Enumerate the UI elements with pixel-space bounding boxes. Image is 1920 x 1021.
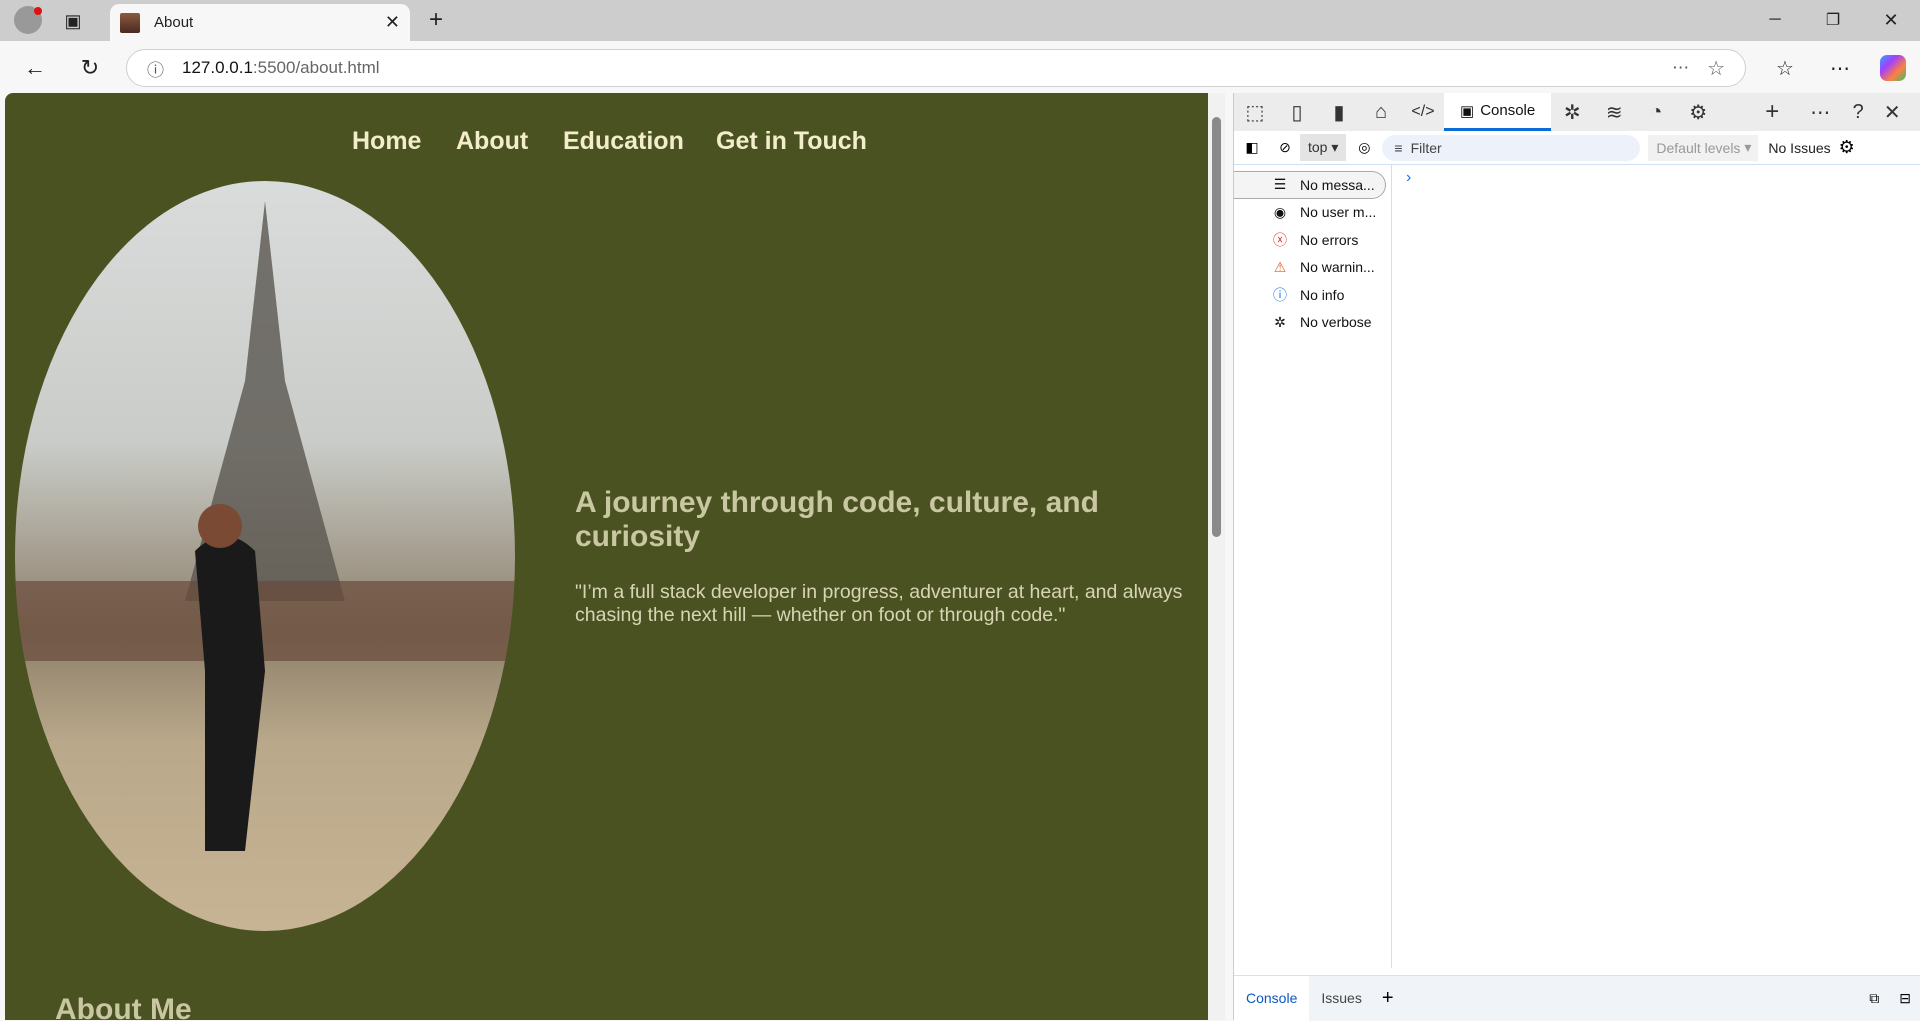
warning-icon: ⚠: [1273, 258, 1287, 275]
network-wifi-icon[interactable]: ≋: [1593, 100, 1635, 125]
dock-icon[interactable]: ▮: [1318, 100, 1360, 125]
minimize-icon[interactable]: ─: [1760, 8, 1790, 32]
add-tool-icon[interactable]: +: [1751, 98, 1793, 126]
sidebar-warnings[interactable]: ⚠ No warnin...: [1234, 254, 1391, 282]
console-sidebar: ☰ No messa... ◉ No user m... ⓧ No errors ⚠ N…: [1234, 165, 1392, 968]
nav-home[interactable]: Home: [352, 127, 421, 156]
filter-placeholder: Filter: [1410, 139, 1442, 156]
read-aloud-icon[interactable]: ⋯: [1672, 58, 1689, 78]
error-icon: ⓧ: [1273, 231, 1287, 248]
url-path: :5500/about.html: [252, 58, 380, 77]
device-emulation-icon[interactable]: ▯: [1276, 100, 1318, 125]
list-icon: ☰: [1273, 176, 1287, 193]
more-menu-icon[interactable]: ⋯: [1825, 54, 1855, 82]
nav-education[interactable]: Education: [563, 127, 684, 156]
webpage: Home About Education Get in Touch A jour…: [5, 93, 1208, 1020]
drawer-tab-issues[interactable]: Issues: [1309, 990, 1373, 1006]
devtools-panel: ⬚ ▯ ▮ ⌂ </> ▣ Console ✲ ≋ ◔ ⚙ + ⋯ ? ✕ ◧ ⊘…: [1233, 93, 1920, 1021]
info-icon: ⓘ: [1273, 286, 1287, 303]
drawer-collapse-icon[interactable]: ⊟: [1889, 990, 1920, 1007]
performance-icon[interactable]: ◔: [1635, 101, 1677, 124]
drawer-dock-icon[interactable]: ⧉: [1859, 990, 1889, 1007]
inspect-icon[interactable]: ⬚: [1234, 100, 1276, 125]
tab-console-label: Console: [1480, 102, 1536, 119]
drawer-add-icon[interactable]: +: [1374, 987, 1402, 1010]
log-levels-value: Default levels: [1656, 139, 1741, 156]
sidebar-label: No verbose: [1300, 314, 1372, 331]
address-bar[interactable]: ⓘ 127.0.0.1:5500/about.html ⋯ ☆: [126, 49, 1746, 87]
sidebar-info[interactable]: ⓘ No info: [1234, 281, 1391, 309]
back-icon[interactable]: ←: [20, 54, 50, 82]
sidebar-verbose[interactable]: ✲ No verbose: [1234, 309, 1391, 337]
tab-favicon: [120, 12, 140, 33]
clear-console-icon[interactable]: ⊘: [1270, 139, 1300, 156]
tab-strip: ▣ About ✕ + ─ ❐ ✕: [0, 0, 1920, 41]
profile-photo: [15, 181, 515, 931]
live-expression-eye-icon[interactable]: ◎: [1346, 139, 1382, 156]
close-devtools-icon[interactable]: ✕: [1875, 100, 1909, 125]
sidebar-messages[interactable]: ☰ No messa...: [1234, 171, 1386, 199]
user-icon: ◉: [1273, 203, 1287, 220]
show-sidebar-icon[interactable]: ◧: [1234, 139, 1270, 156]
sources-bug-icon[interactable]: ✲: [1551, 100, 1593, 125]
favorite-star-icon[interactable]: ☆: [1707, 56, 1725, 81]
drawer-tab-console[interactable]: Console: [1234, 975, 1310, 1021]
console-icon: ▣: [1460, 102, 1475, 120]
scrollbar-thumb[interactable]: [1212, 117, 1221, 537]
console-prompt-chevron-icon[interactable]: ›: [1406, 169, 1411, 187]
context-value: top: [1308, 139, 1328, 155]
drawer-tabs: Console Issues + ⧉ ⊟: [1234, 975, 1920, 1021]
sidebar-label: No errors: [1300, 231, 1359, 248]
nav-get-in-touch[interactable]: Get in Touch: [716, 127, 867, 156]
nav-about[interactable]: About: [456, 127, 528, 156]
filter-input[interactable]: ≡ Filter: [1382, 134, 1641, 161]
new-tab-icon[interactable]: +: [422, 6, 450, 34]
copilot-icon[interactable]: [1880, 55, 1906, 81]
close-window-icon[interactable]: ✕: [1876, 8, 1906, 32]
elements-icon[interactable]: </>: [1402, 103, 1444, 121]
reload-icon[interactable]: ↻: [75, 54, 105, 82]
sidebar-label: No user m...: [1300, 204, 1377, 221]
about-me-heading: About Me: [55, 993, 192, 1020]
help-icon[interactable]: ?: [1841, 101, 1875, 124]
sidebar-label: No warnin...: [1300, 259, 1375, 276]
issues-counter[interactable]: No Issues: [1768, 140, 1830, 156]
sidebar-label: No info: [1300, 286, 1345, 303]
sidebar-errors[interactable]: ⓧ No errors: [1234, 226, 1391, 254]
sidebar-label: No messa...: [1300, 176, 1375, 193]
memory-chip-icon[interactable]: ⚙: [1677, 100, 1719, 125]
tab-title: About: [154, 14, 194, 31]
filter-icon: ≡: [1394, 139, 1403, 156]
hero-heading: A journey through code, culture, and cur…: [575, 486, 1099, 553]
favorites-icon[interactable]: ☆: [1770, 54, 1800, 82]
welcome-home-icon[interactable]: ⌂: [1360, 101, 1402, 124]
bug-icon: ✲: [1274, 313, 1286, 330]
hero-quote: "I’m a full stack developer in progress,…: [575, 581, 1183, 626]
console-toolbar: ◧ ⊘ top ▾ ◎ ≡ Filter Default levels ▾ No …: [1234, 131, 1920, 165]
tab-console[interactable]: ▣ Console: [1444, 93, 1552, 131]
url-host: 127.0.0.1: [182, 58, 253, 77]
more-tools-icon[interactable]: ⋯: [1799, 100, 1841, 125]
notification-dot: [34, 7, 42, 15]
page-scrollbar[interactable]: [1208, 93, 1225, 1020]
close-tab-icon[interactable]: ✕: [385, 12, 400, 33]
console-settings-icon[interactable]: ⚙: [1839, 137, 1855, 158]
site-info-icon[interactable]: ⓘ: [147, 56, 164, 81]
sidebar-toggle-icon[interactable]: ▣: [62, 10, 84, 32]
devtools-toolbar: ⬚ ▯ ▮ ⌂ </> ▣ Console ✲ ≋ ◔ ⚙ + ⋯ ? ✕: [1234, 93, 1920, 131]
restore-icon[interactable]: ❐: [1818, 8, 1848, 32]
context-select[interactable]: top ▾: [1300, 134, 1347, 161]
sidebar-user-messages[interactable]: ◉ No user m...: [1234, 199, 1391, 227]
tab-about[interactable]: About ✕: [110, 4, 410, 41]
log-levels-select[interactable]: Default levels ▾: [1648, 134, 1759, 161]
